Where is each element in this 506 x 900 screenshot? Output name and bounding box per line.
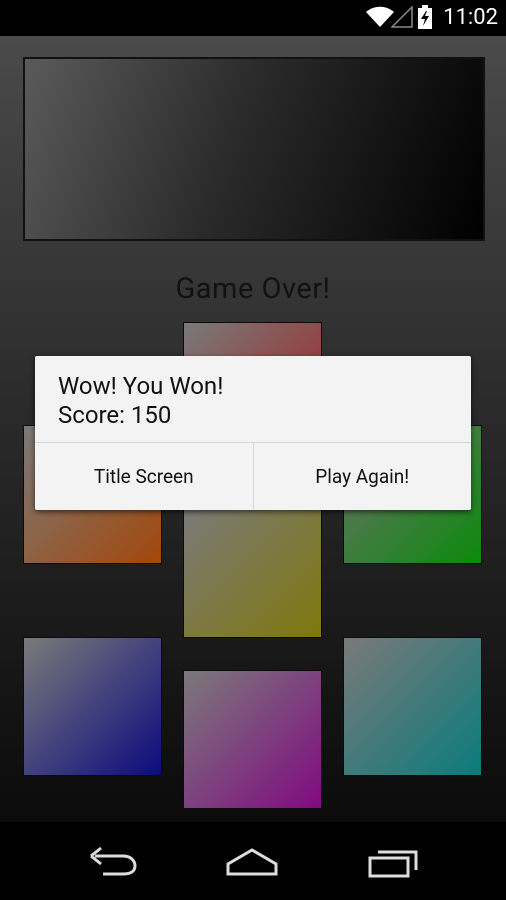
back-icon — [90, 846, 137, 876]
dialog-message: Wow! You Won! Score: 150 — [58, 372, 223, 430]
score-text: Score: 150 — [58, 401, 172, 429]
purple-pad[interactable] — [183, 670, 322, 809]
play-again-button[interactable]: Play Again! — [252, 443, 472, 510]
display-panel — [23, 57, 485, 241]
teal-pad[interactable] — [343, 637, 482, 776]
clock: 11:02 — [443, 5, 498, 30]
home-button[interactable] — [222, 844, 282, 878]
battery-charging-icon — [418, 5, 432, 29]
recents-button[interactable] — [364, 844, 424, 878]
back-button[interactable] — [83, 844, 143, 878]
game-result-dialog: Wow! You Won! Score: 150 Title Screen Pl… — [35, 356, 471, 510]
yellow-pad[interactable] — [183, 499, 322, 638]
status-bar: 11:02 — [0, 0, 506, 36]
game-over-title: Game Over! — [175, 272, 331, 306]
home-icon — [226, 848, 278, 876]
title-screen-button[interactable]: Title Screen — [35, 443, 253, 510]
dialog-button-bar: Title Screen Play Again! — [35, 443, 471, 510]
cell-signal-icon — [391, 6, 413, 28]
recents-icon — [368, 850, 418, 878]
navigation-bar — [0, 822, 506, 900]
blue-pad[interactable] — [23, 637, 162, 776]
win-message: Wow! You Won! — [58, 372, 224, 400]
